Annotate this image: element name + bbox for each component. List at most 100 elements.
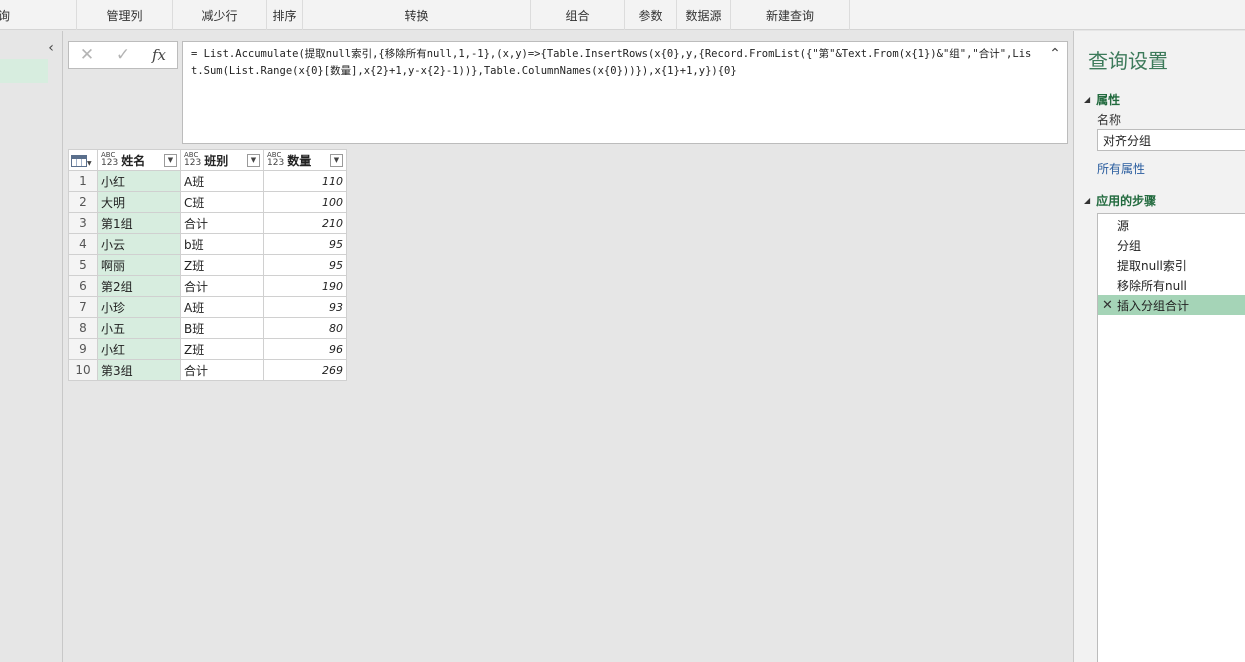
column-header-quantity[interactable]: ABC 123 数量 ▼ bbox=[263, 149, 347, 171]
cell-quantity[interactable]: 93 bbox=[263, 296, 347, 318]
query-name-input[interactable] bbox=[1097, 129, 1245, 151]
cell-class[interactable]: 合计 bbox=[180, 359, 264, 381]
ribbon-group-combine[interactable]: 组合 bbox=[531, 0, 625, 30]
row-number[interactable]: 1 bbox=[68, 170, 98, 192]
cell-class[interactable]: A班 bbox=[180, 170, 264, 192]
cell-quantity[interactable]: 110 bbox=[263, 170, 347, 192]
cell-name[interactable]: 小红 bbox=[97, 170, 181, 192]
table-row: 5 啊丽 Z班 95 bbox=[68, 254, 347, 276]
row-number[interactable]: 7 bbox=[68, 296, 98, 318]
cell-quantity[interactable]: 100 bbox=[263, 191, 347, 213]
properties-section-header[interactable]: ◢ 属性 bbox=[1084, 91, 1120, 108]
column-header-class[interactable]: ABC 123 班别 ▼ bbox=[180, 149, 264, 171]
step-item-remove-all-null[interactable]: 移除所有null bbox=[1098, 275, 1245, 295]
ribbon-group-parameters[interactable]: 参数 bbox=[625, 0, 677, 30]
applied-steps-section-header[interactable]: ◢ 应用的步骤 bbox=[1084, 192, 1156, 209]
column-header-label: 班别 bbox=[204, 153, 229, 168]
cell-quantity[interactable]: 80 bbox=[263, 317, 347, 339]
cancel-icon[interactable]: ✕ bbox=[69, 45, 105, 65]
step-item-group[interactable]: 分组 bbox=[1098, 235, 1245, 255]
cell-quantity[interactable]: 210 bbox=[263, 212, 347, 234]
cell-name[interactable]: 第1组 bbox=[97, 212, 181, 234]
ribbon-group-label: 新建查询 bbox=[765, 8, 814, 23]
step-item-insert-group-total[interactable]: ✕ 插入分组合计 bbox=[1098, 295, 1245, 315]
table-row: 1 小红 A班 110 bbox=[68, 170, 347, 192]
collapse-triangle-icon[interactable]: ◢ bbox=[1084, 196, 1090, 205]
column-header-label: 姓名 bbox=[121, 153, 146, 168]
table-row: 9 小红 Z班 96 bbox=[68, 338, 347, 360]
cell-class[interactable]: 合计 bbox=[180, 275, 264, 297]
cell-quantity[interactable]: 269 bbox=[263, 359, 347, 381]
step-label: 移除所有null bbox=[1117, 278, 1187, 293]
grid-header-row: ▼ ABC 123 姓名 ▼ ABC 123 班别 ▼ ABC 123 数量 ▼ bbox=[68, 149, 347, 171]
step-item-source[interactable]: 源 bbox=[1098, 215, 1245, 235]
fx-icon[interactable]: fx bbox=[141, 46, 177, 64]
row-number[interactable]: 8 bbox=[68, 317, 98, 339]
properties-label: 属性 bbox=[1096, 93, 1121, 107]
cell-class[interactable]: Z班 bbox=[180, 254, 264, 276]
selected-query-item[interactable] bbox=[0, 59, 48, 83]
row-number[interactable]: 4 bbox=[68, 233, 98, 255]
filter-dropdown-icon[interactable]: ▼ bbox=[164, 153, 177, 167]
ribbon-group-data-sources[interactable]: 数据源 bbox=[677, 0, 731, 30]
step-label: 分组 bbox=[1117, 238, 1142, 253]
ribbon-group-query[interactable]: 查询 bbox=[0, 0, 77, 30]
ribbon-group-label: 组合 bbox=[565, 8, 590, 23]
cell-quantity[interactable]: 96 bbox=[263, 338, 347, 360]
cell-name[interactable]: 小珍 bbox=[97, 296, 181, 318]
step-label: 提取null索引 bbox=[1117, 258, 1187, 273]
cell-class[interactable]: Z班 bbox=[180, 338, 264, 360]
ribbon-group-transform[interactable]: 转换 bbox=[303, 0, 531, 30]
cell-class[interactable]: A班 bbox=[180, 296, 264, 318]
formula-input[interactable]: = List.Accumulate(提取null索引,{移除所有null,1,-… bbox=[182, 41, 1068, 144]
ribbon-group-reduce-rows[interactable]: 减少行 bbox=[173, 0, 267, 30]
any-type-icon[interactable]: ABC 123 bbox=[184, 152, 201, 168]
applied-steps-list: 源 分组 提取null索引 移除所有null ✕ 插入分组合计 bbox=[1097, 213, 1245, 662]
table-icon bbox=[71, 154, 87, 167]
ribbon-group-new-query[interactable]: 新建查询 bbox=[731, 0, 850, 30]
ribbon-group-label: 数据源 bbox=[685, 8, 722, 23]
table-row: 8 小五 B班 80 bbox=[68, 317, 347, 339]
cell-name[interactable]: 大明 bbox=[97, 191, 181, 213]
chevron-up-icon[interactable]: ⌃ bbox=[1048, 47, 1062, 61]
row-number[interactable]: 3 bbox=[68, 212, 98, 234]
any-type-icon[interactable]: ABC 123 bbox=[267, 152, 284, 168]
row-number[interactable]: 6 bbox=[68, 275, 98, 297]
commit-icon[interactable]: ✓ bbox=[105, 45, 141, 65]
step-item-extract-null-index[interactable]: 提取null索引 bbox=[1098, 255, 1245, 275]
ribbon-group-label: 减少行 bbox=[201, 8, 238, 23]
column-header-name[interactable]: ABC 123 姓名 ▼ bbox=[97, 149, 181, 171]
cell-class[interactable]: B班 bbox=[180, 317, 264, 339]
chevron-left-icon[interactable]: ‹ bbox=[44, 40, 58, 56]
row-number[interactable]: 5 bbox=[68, 254, 98, 276]
cell-quantity[interactable]: 95 bbox=[263, 254, 347, 276]
ribbon-group-sort[interactable]: 排序 bbox=[267, 0, 303, 30]
any-type-icon[interactable]: ABC 123 bbox=[101, 152, 118, 168]
row-number[interactable]: 9 bbox=[68, 338, 98, 360]
row-number[interactable]: 10 bbox=[68, 359, 98, 381]
collapse-triangle-icon[interactable]: ◢ bbox=[1084, 95, 1090, 104]
cell-quantity[interactable]: 190 bbox=[263, 275, 347, 297]
cell-name[interactable]: 第2组 bbox=[97, 275, 181, 297]
cell-name[interactable]: 小云 bbox=[97, 233, 181, 255]
delete-step-icon[interactable]: ✕ bbox=[1102, 298, 1113, 313]
cell-class[interactable]: b班 bbox=[180, 233, 264, 255]
cell-name[interactable]: 小红 bbox=[97, 338, 181, 360]
row-number[interactable]: 2 bbox=[68, 191, 98, 213]
step-label: 插入分组合计 bbox=[1117, 298, 1190, 313]
filter-dropdown-icon[interactable]: ▼ bbox=[330, 153, 343, 167]
ribbon-group-manage-columns[interactable]: 管理列 bbox=[77, 0, 173, 30]
filter-dropdown-icon[interactable]: ▼ bbox=[247, 153, 260, 167]
table-menu-button[interactable]: ▼ bbox=[68, 149, 98, 171]
cell-class[interactable]: 合计 bbox=[180, 212, 264, 234]
cell-name[interactable]: 小五 bbox=[97, 317, 181, 339]
cell-name[interactable]: 啊丽 bbox=[97, 254, 181, 276]
cell-class[interactable]: C班 bbox=[180, 191, 264, 213]
table-row: 4 小云 b班 95 bbox=[68, 233, 347, 255]
all-properties-link[interactable]: 所有属性 bbox=[1097, 160, 1145, 177]
ribbon-group-label: 参数 bbox=[638, 8, 663, 23]
column-header-label: 数量 bbox=[287, 153, 312, 168]
cell-name[interactable]: 第3组 bbox=[97, 359, 181, 381]
cell-quantity[interactable]: 95 bbox=[263, 233, 347, 255]
ribbon-group-label: 管理列 bbox=[106, 8, 143, 23]
